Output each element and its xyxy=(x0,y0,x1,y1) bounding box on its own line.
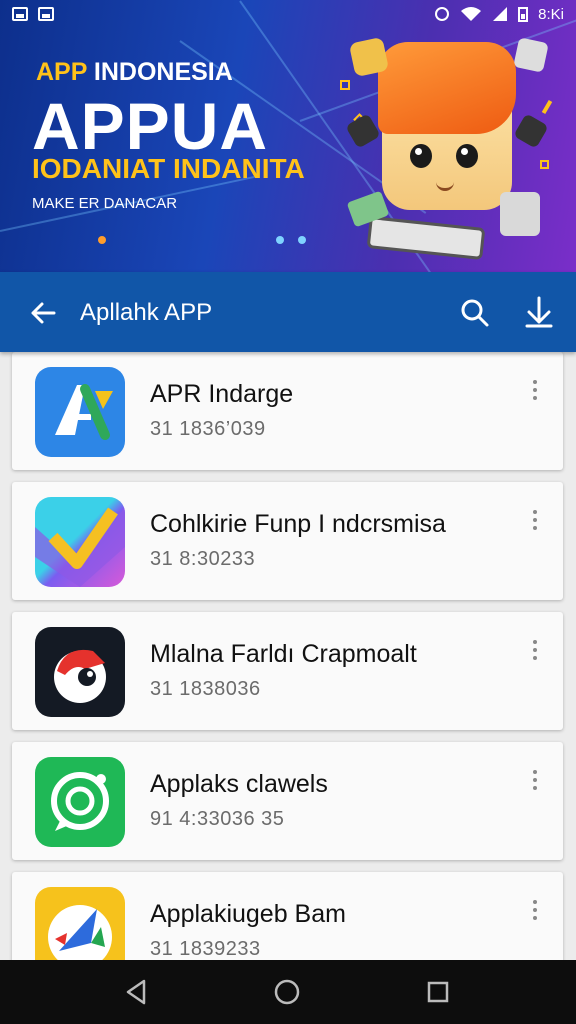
signal-icon xyxy=(493,7,508,21)
nav-recents-icon[interactable] xyxy=(422,976,454,1008)
app-meta: 31 8:30233 xyxy=(150,548,256,570)
more-vert-icon[interactable] xyxy=(532,640,538,662)
banner-brand: APP INDONESIA xyxy=(36,58,233,87)
list-item[interactable]: Applaks clawels 91 4:33036 35 xyxy=(12,742,563,860)
download-icon[interactable] xyxy=(524,296,554,328)
app-icon-applaks xyxy=(35,757,125,847)
app-icon-cohlkirie xyxy=(35,497,125,587)
status-bar: 8:Ki xyxy=(0,0,576,28)
list-item[interactable]: APR Indarge 31 1836’039 xyxy=(12,352,563,470)
image-notification-icon xyxy=(38,7,54,21)
alarm-icon xyxy=(435,7,450,21)
wifi-icon xyxy=(461,7,482,21)
app-name: Applakiugeb Bam xyxy=(150,900,346,928)
banner-subtitle: IODANIAT INDANITA xyxy=(32,153,305,184)
app-name: Applaks clawels xyxy=(150,770,328,798)
confetti xyxy=(540,160,549,169)
carousel-dot[interactable] xyxy=(276,236,284,244)
app-meta: 31 1838036 xyxy=(150,678,261,700)
more-vert-icon[interactable] xyxy=(532,900,538,922)
app-bar-title: Apllahk APP xyxy=(80,299,213,326)
confetti xyxy=(340,80,350,90)
app-name: APR Indarge xyxy=(150,380,294,408)
confetti xyxy=(541,99,553,115)
banner-brand-highlight: APP xyxy=(36,58,87,86)
banner-tagline: MAKE ER DANACAR xyxy=(32,195,178,212)
app-meta: 31 1839233 xyxy=(150,938,261,960)
battery-icon xyxy=(518,7,529,22)
carousel-dot[interactable] xyxy=(298,236,306,244)
app-bar: Apllahk APP xyxy=(0,272,576,352)
app-meta: 31 1836’039 xyxy=(150,418,266,440)
banner-brand-text: INDONESIA xyxy=(86,58,233,86)
system-navigation-bar xyxy=(0,960,576,1024)
app-icon-applakiugeb xyxy=(35,887,125,960)
gallery-notification-icon xyxy=(12,7,28,21)
carousel-dot[interactable] xyxy=(98,236,106,244)
gadget-illustration xyxy=(513,37,549,73)
more-vert-icon[interactable] xyxy=(532,770,538,792)
search-icon[interactable] xyxy=(460,298,490,328)
list-item[interactable]: Mlalna Farldı Crapmoalt 31 1838036 xyxy=(12,612,563,730)
app-meta: 91 4:33036 35 xyxy=(150,808,285,830)
nav-home-icon[interactable] xyxy=(271,976,303,1008)
device-illustration xyxy=(500,192,540,236)
back-arrow-icon[interactable] xyxy=(28,298,58,328)
app-icon-mlalna xyxy=(35,627,125,717)
gadget-illustration xyxy=(348,36,390,78)
app-list: APR Indarge 31 1836’039 Cohlkirie Funp I… xyxy=(0,352,576,960)
status-time: 8:Ki xyxy=(538,5,564,23)
phone-illustration xyxy=(366,216,486,260)
nav-back-icon[interactable] xyxy=(120,976,152,1008)
more-vert-icon[interactable] xyxy=(532,380,538,402)
more-vert-icon[interactable] xyxy=(532,510,538,532)
promo-banner[interactable]: APP INDONESIA APPUA IODANIAT INDANITA MA… xyxy=(0,0,576,272)
list-item[interactable]: Cohlkirie Funp I ndcrsmisa 31 8:30233 xyxy=(12,482,563,600)
app-name: Cohlkirie Funp I ndcrsmisa xyxy=(150,510,446,538)
app-name: Mlalna Farldı Crapmoalt xyxy=(150,640,417,668)
mascot-illustration xyxy=(345,40,549,210)
app-icon-apr xyxy=(35,367,125,457)
list-item[interactable]: Applakiugeb Bam 31 1839233 xyxy=(12,872,563,960)
